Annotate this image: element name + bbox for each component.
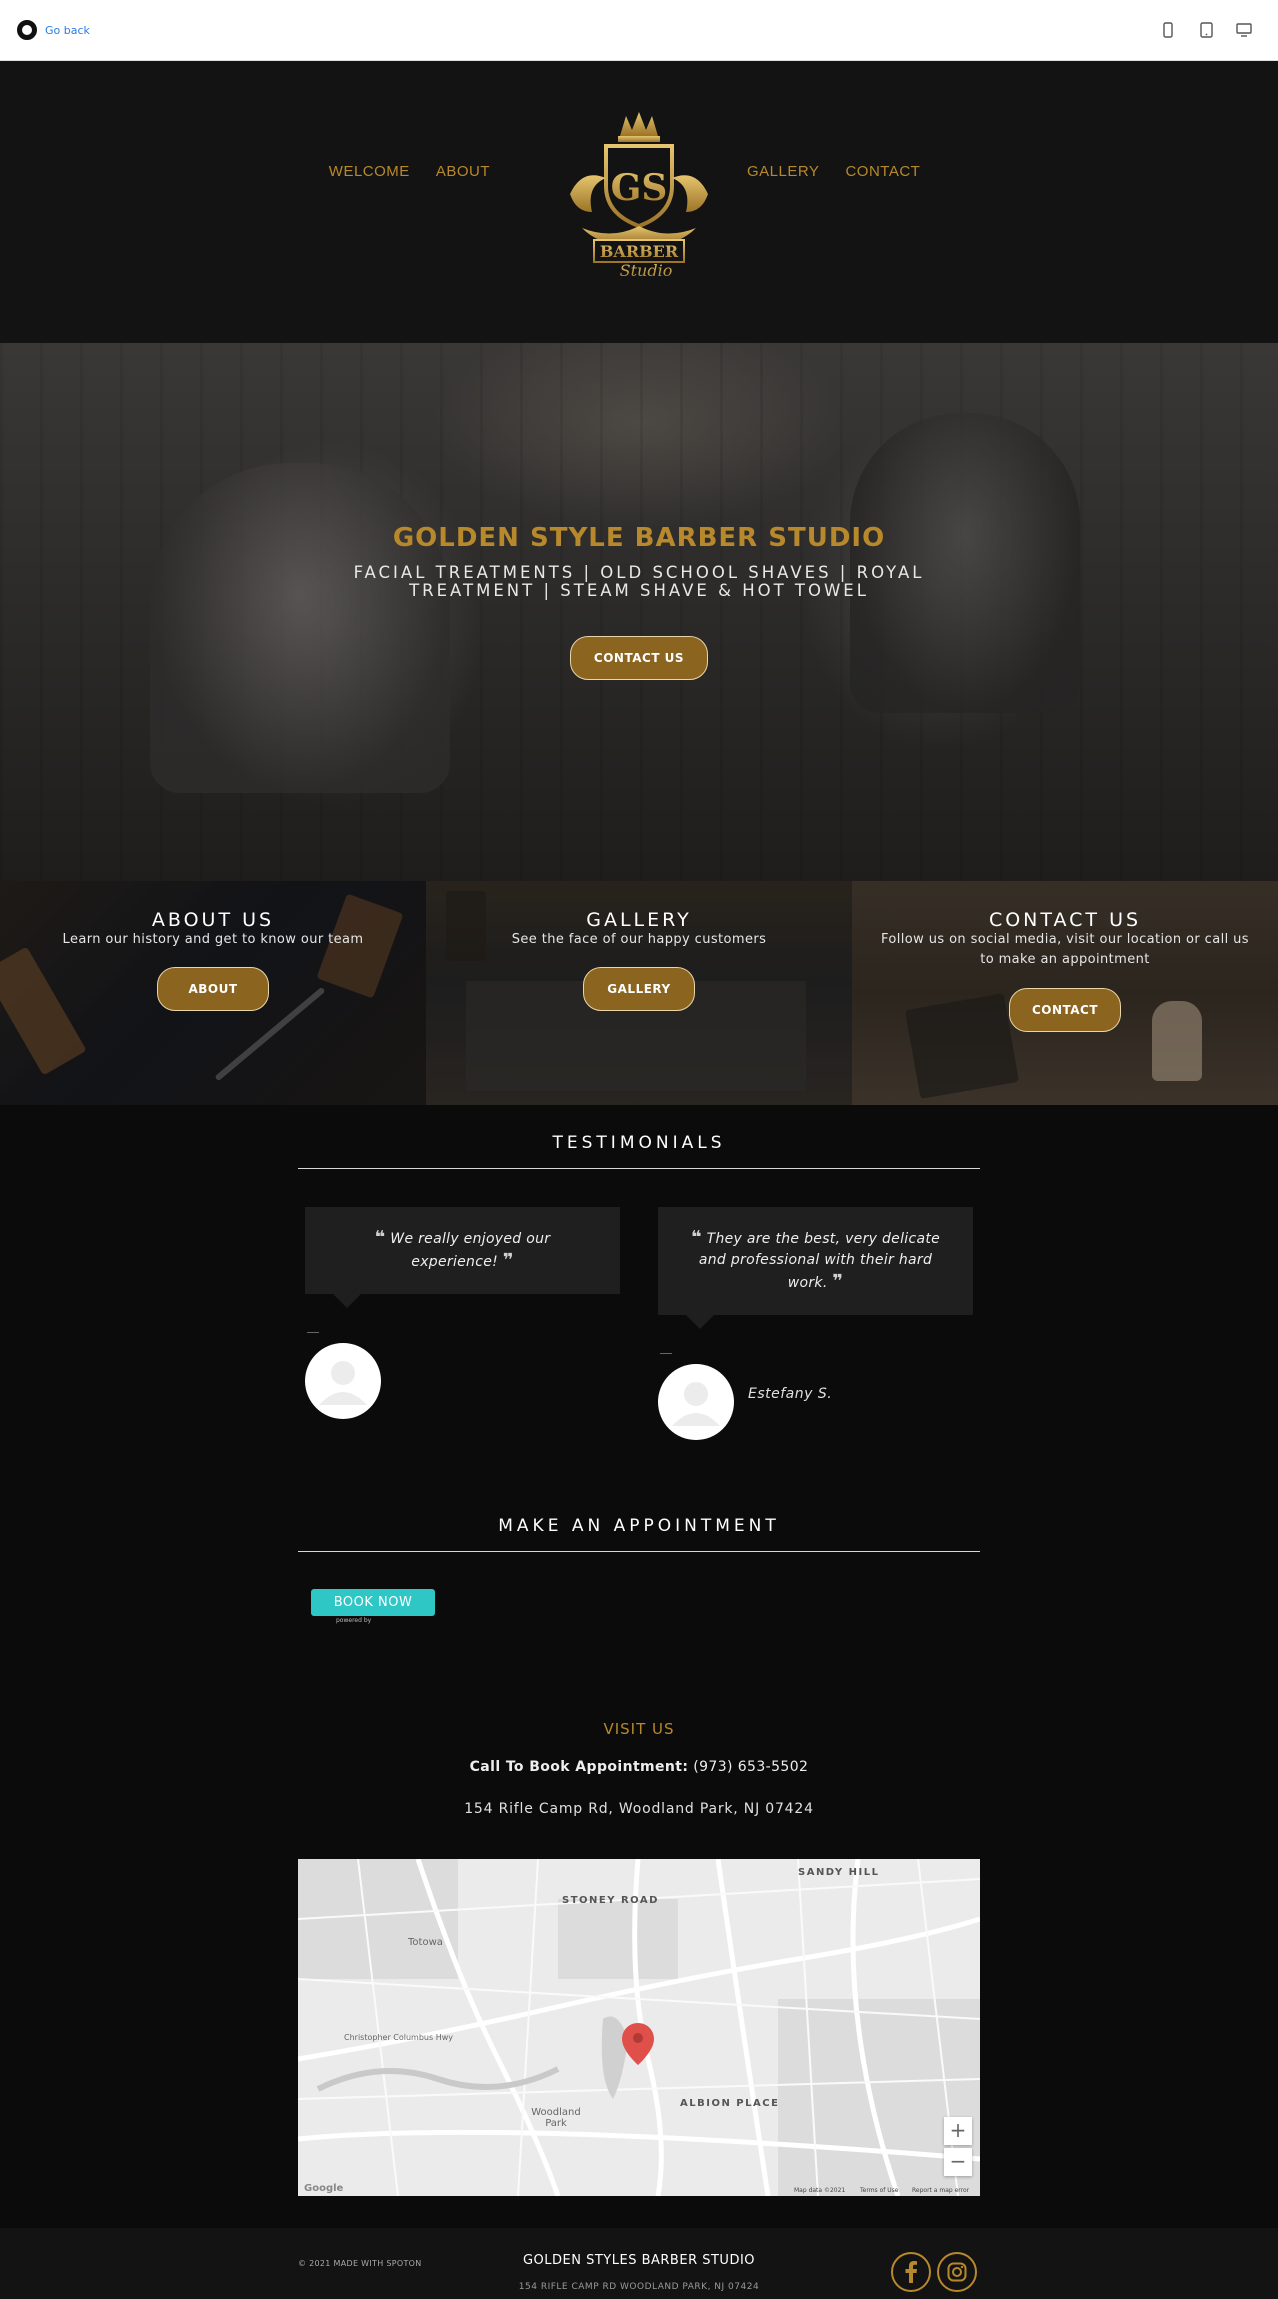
hero-subtitle: FACIAL TREATMENTS | OLD SCHOOL SHAVES | …: [353, 563, 925, 600]
map-label-woodland-park: Woodland Park: [531, 2107, 581, 2129]
nav-gallery[interactable]: GALLERY: [747, 163, 819, 180]
gallery-panel: GALLERY See the face of our happy custom…: [426, 881, 852, 1105]
barber-chair-left: [150, 463, 450, 793]
nav-welcome[interactable]: WELCOME: [329, 163, 410, 180]
contact-panel-title: CONTACT US: [988, 909, 1142, 931]
phone-icon[interactable]: [1160, 21, 1176, 39]
feature-panels: ABOUT US Learn our history and get to kn…: [0, 881, 1278, 1105]
about-button[interactable]: ABOUT: [157, 967, 269, 1011]
contact-panel-desc: Follow us on social media, visit our loc…: [881, 932, 1249, 967]
powered-by-label: powered by: [336, 1617, 372, 1624]
call-label: Call To Book Appointment:: [469, 1759, 689, 1775]
footer-address: 154 RIFLE CAMP RD WOODLAND PARK, NJ 0742…: [518, 2282, 760, 2292]
go-back-label: Go back: [45, 23, 90, 37]
open-quote-icon: ❝: [690, 1227, 702, 1248]
testimonial-author-2: Estefany S.: [748, 1386, 833, 1402]
map-data-label: Map data ©2021: [794, 2187, 846, 2194]
preview-toolbar: Go back: [0, 0, 1278, 61]
close-quote-icon: ❞: [832, 1271, 844, 1292]
hero-title: GOLDEN STYLE BARBER STUDIO: [392, 523, 886, 553]
device-switcher: [1160, 21, 1252, 39]
close-quote-icon: ❞: [502, 1250, 514, 1271]
appointment-divider: [298, 1551, 980, 1552]
appointment-title: MAKE AN APPOINTMENT: [498, 1516, 780, 1536]
contact-button[interactable]: CONTACT: [1009, 988, 1121, 1032]
zoom-in-button[interactable]: +: [944, 2117, 972, 2145]
nav-left: WELCOME ABOUT: [329, 163, 490, 180]
nav-about[interactable]: ABOUT: [436, 163, 490, 180]
nav-contact[interactable]: CONTACT: [845, 163, 920, 180]
visit-us-title: VISIT US: [603, 1720, 675, 1738]
call-line: Call To Book Appointment: (973) 653-5502: [0, 1759, 1278, 1775]
testimonial-quote-2: ❝ They are the best, very delicate and p…: [658, 1207, 973, 1329]
logo-barber: BARBER: [600, 242, 679, 261]
gallery-button[interactable]: GALLERY: [583, 967, 695, 1011]
map-label-sandy-hill: SANDY HILL: [798, 1867, 880, 1878]
back-circle-icon: [17, 20, 37, 40]
logo-monogram: GS: [611, 167, 668, 209]
logo-studio: Studio: [620, 261, 673, 280]
instagram-icon[interactable]: [937, 2252, 977, 2292]
about-panel: ABOUT US Learn our history and get to kn…: [0, 881, 426, 1105]
testimonials-title: TESTIMONIALS: [552, 1133, 726, 1153]
avatar: [658, 1364, 734, 1440]
footer-title: GOLDEN STYLES BARBER STUDIO: [522, 2253, 756, 2268]
zoom-out-button[interactable]: −: [944, 2148, 972, 2176]
site-footer: © 2021 MADE WITH SPOTON GOLDEN STYLES BA…: [0, 2228, 1278, 2299]
map-label-totowa: Totowa: [408, 1937, 443, 1948]
map-label-columbus: Christopher Columbus Hwy: [344, 2033, 453, 2042]
testimonial-text-2: They are the best, very delicate and pro…: [698, 1231, 941, 1291]
testimonial-quote-1: ❝ We really enjoyed our experience! ❞: [305, 1207, 620, 1308]
map-label-stoney-road: STONEY ROAD: [562, 1895, 659, 1906]
phone-number[interactable]: (973) 653-5502: [693, 1759, 808, 1775]
about-panel-title: ABOUT US: [151, 909, 275, 931]
report-map-error-link[interactable]: Report a map error: [912, 2187, 969, 2194]
book-now-button[interactable]: BOOK NOW: [311, 1589, 435, 1616]
studio-logo[interactable]: GS BARBER Studio: [562, 108, 716, 284]
site-header: WELCOME ABOUT GS BARBER Studio GALLERY C…: [0, 61, 1278, 343]
gallery-panel-title: GALLERY: [586, 909, 692, 931]
location-map[interactable]: SANDY HILL STONEY ROAD Totowa Christophe…: [298, 1859, 980, 2196]
terms-link[interactable]: Terms of Use: [860, 2187, 898, 2194]
open-quote-icon: ❝: [374, 1227, 386, 1248]
nav-right: GALLERY CONTACT: [747, 163, 920, 180]
testimonial-text-1: We really enjoyed our experience!: [390, 1231, 551, 1270]
address-text: 154 Rifle Camp Rd, Woodland Park, NJ 074…: [464, 1801, 814, 1817]
avatar: [305, 1343, 381, 1419]
contact-us-button[interactable]: CONTACT US: [570, 636, 708, 680]
go-back-link[interactable]: Go back: [17, 20, 90, 40]
facebook-icon[interactable]: [891, 2252, 931, 2292]
google-logo: Google: [304, 2183, 344, 2194]
contact-panel: CONTACT US Follow us on social media, vi…: [852, 881, 1278, 1105]
about-panel-desc: Learn our history and get to know our te…: [62, 932, 364, 947]
gallery-panel-desc: See the face of our happy customers: [511, 932, 767, 947]
map-label-albion-place: ALBION PLACE: [680, 2098, 780, 2109]
desktop-icon[interactable]: [1236, 21, 1252, 39]
testimonials-divider: [298, 1168, 980, 1169]
hero-banner: GOLDEN STYLE BARBER STUDIO FACIAL TREATM…: [0, 343, 1278, 881]
tablet-icon[interactable]: [1198, 21, 1214, 39]
